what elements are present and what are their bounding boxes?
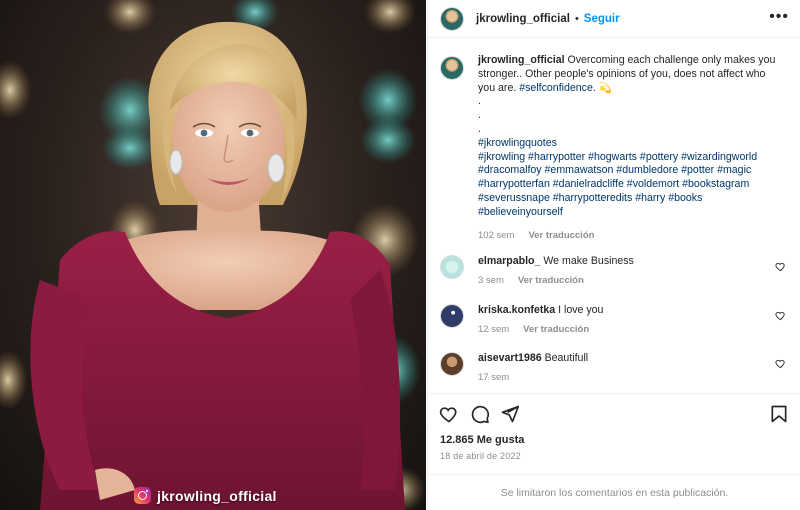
comment-item: aisevart1986 Beautifull 17 sem — [440, 352, 790, 384]
action-bar — [428, 393, 800, 431]
follow-button[interactable]: Seguir — [584, 13, 620, 25]
hashtag-line[interactable]: #believeinyourself — [478, 206, 778, 220]
caption-username[interactable]: jkrowling_official — [478, 54, 565, 66]
caption-dot-line: . — [478, 122, 481, 135]
author-username[interactable]: jkrowling_official — [476, 13, 570, 25]
comment-like-heart-icon[interactable] — [775, 358, 786, 369]
commenter-avatar[interactable] — [440, 304, 464, 328]
hashtag-line[interactable]: #jkrowlingquotes — [478, 137, 778, 151]
caption-dot-line: . — [478, 109, 481, 122]
hashtag-link[interactable]: #selfconfidence. — [519, 82, 596, 94]
caption-avatar[interactable] — [440, 56, 464, 80]
post-date: 18 de abril de 2022 — [440, 451, 521, 461]
comment-age: 3 sem — [478, 275, 504, 286]
comment-age: 12 sem — [478, 324, 510, 335]
caption-dot-line: . — [478, 95, 481, 108]
comment-item: kriska.konfetka I love you 12 sem Ver tr… — [440, 304, 790, 336]
comment-username[interactable]: aisevart1986 — [478, 352, 542, 364]
hashtag-line[interactable]: #dracomalfoy #emmawatson #dumbledore #po… — [478, 164, 778, 178]
instagram-icon — [134, 487, 151, 504]
sparkle-emoji: 💫 — [598, 81, 612, 94]
comment-like-heart-icon[interactable] — [775, 261, 786, 272]
heart-icon[interactable] — [439, 404, 459, 424]
comment-icon[interactable] — [470, 404, 490, 424]
commenter-avatar[interactable] — [440, 352, 464, 376]
like-count[interactable]: 12.865 Me gusta — [440, 434, 524, 446]
comment-text: Beautifull — [544, 352, 589, 364]
translate-link[interactable]: Ver traducción — [518, 274, 584, 287]
post-header: jkrowling_official • Seguir ••• — [428, 0, 800, 38]
post-photo[interactable]: jkrowling_official — [0, 0, 426, 510]
comment-body: kriska.konfetka I love you 12 sem Ver tr… — [478, 304, 778, 336]
comment-body: elmarpablo_ We make Business 3 sem Ver t… — [478, 255, 778, 287]
comment-username[interactable]: kriska.konfetka — [478, 304, 555, 316]
more-options-icon[interactable]: ••• — [769, 9, 789, 25]
comment-meta: 12 sem Ver traducción — [478, 323, 778, 336]
author-avatar[interactable] — [440, 6, 464, 31]
comment-like-heart-icon[interactable] — [775, 310, 786, 321]
comment-meta: 17 sem — [478, 371, 778, 384]
portrait-illustration — [0, 0, 426, 510]
translate-link[interactable]: Ver traducción — [523, 323, 589, 336]
comment-username[interactable]: elmarpablo_ — [478, 255, 540, 267]
comment-meta: 3 sem Ver traducción — [478, 274, 778, 287]
bookmark-icon[interactable] — [769, 404, 789, 424]
hashtag-line[interactable]: #jkrowling #harrypotter #hogwarts #potte… — [478, 151, 778, 165]
separator-dot: • — [574, 12, 579, 25]
hashtag-line[interactable]: #harrypotterfan #danielradcliffe #voldem… — [478, 178, 778, 192]
comment-text: I love you — [558, 304, 604, 316]
comment-item: elmarpablo_ We make Business 3 sem Ver t… — [440, 255, 790, 287]
caption-body: jkrowling_official Overcoming each chall… — [478, 54, 778, 242]
commenter-avatar[interactable] — [440, 255, 464, 279]
post-caption: jkrowling_official Overcoming each chall… — [440, 54, 790, 242]
watermark-username: jkrowling_official — [157, 487, 277, 504]
caption-meta: 102 sem Ver traducción — [478, 229, 778, 243]
instagram-post-view: jkrowling_official jkrowling_official • … — [0, 0, 800, 510]
comment-age: 17 sem — [478, 372, 510, 383]
comments-limited-notice: Se limitaron los comentarios en esta pub… — [428, 474, 800, 510]
share-icon[interactable] — [500, 404, 520, 424]
comment-text: We make Business — [543, 255, 634, 267]
caption-age: 102 sem — [478, 229, 515, 241]
photo-watermark: jkrowling_official — [134, 487, 277, 504]
translate-link[interactable]: Ver traducción — [528, 229, 594, 243]
comment-body: aisevart1986 Beautifull 17 sem — [478, 352, 778, 384]
hashtag-line[interactable]: #severussnape #harrypotteredits #harry #… — [478, 192, 778, 206]
post-side-panel: jkrowling_official • Seguir ••• jkrowlin… — [427, 0, 800, 510]
